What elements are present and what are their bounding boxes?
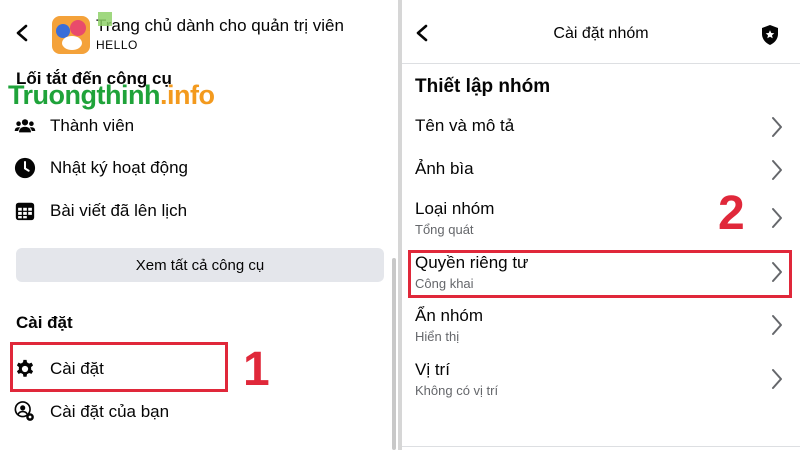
shortcut-activity-log[interactable]: Nhật ký hoạt động — [12, 153, 382, 183]
setting-name-description[interactable]: Tên và mô tả — [415, 116, 785, 138]
shield-star-icon — [762, 25, 778, 45]
chevron-right-icon — [771, 368, 783, 390]
chevron-right-icon — [771, 207, 783, 229]
admin-shield-button[interactable] — [760, 24, 780, 46]
header-divider — [402, 63, 800, 64]
setting-hide-group[interactable]: Ẩn nhóm Hiển thị — [415, 306, 785, 344]
shortcut-scheduled-label: Bài viết đã lên lịch — [50, 201, 188, 220]
setting-subtitle: Không có vị trí — [415, 383, 499, 398]
setting-location[interactable]: Vị trí Không có vị trí — [415, 360, 785, 398]
setting-subtitle: Hiển thị — [415, 329, 460, 344]
setting-title: Ẩn nhóm — [415, 306, 484, 325]
clock-icon — [12, 155, 38, 181]
group-settings-panel: Cài đặt nhóm Thiết lập nhóm Tên và mô tả… — [402, 0, 800, 450]
see-all-tools-button[interactable]: Xem tất cả công cụ — [16, 248, 384, 282]
scrollbar[interactable] — [392, 258, 396, 450]
chevron-right-icon — [771, 314, 783, 336]
user-gear-icon — [12, 399, 38, 425]
calendar-icon — [12, 198, 38, 224]
group-subtitle: HELLO — [96, 38, 138, 52]
shortcut-activity-label: Nhật ký hoạt động — [50, 158, 188, 177]
step-number-2: 2 — [718, 187, 745, 240]
setting-cover-photo[interactable]: Ảnh bìa — [415, 159, 785, 181]
chevron-right-icon — [771, 159, 783, 181]
bottom-divider — [402, 446, 800, 447]
chevron-right-icon — [771, 116, 783, 138]
setting-title: Ảnh bìa — [415, 159, 474, 178]
group-avatar[interactable] — [52, 16, 90, 54]
shortcut-members-label: Thành viên — [50, 116, 135, 135]
highlight-box-settings — [10, 342, 228, 392]
highlight-box-privacy — [408, 250, 792, 298]
chevron-left-icon — [16, 24, 28, 42]
settings-heading: Cài đặt — [16, 313, 73, 332]
setting-title: Tên và mô tả — [415, 116, 515, 135]
setting-title: Vị trí — [415, 360, 450, 379]
admin-home-panel: Trang chủ dành cho quản trị viên HELLO L… — [0, 0, 398, 450]
page-title: Cài đặt nhóm — [553, 25, 649, 42]
back-button[interactable] — [12, 22, 32, 44]
section-heading: Thiết lập nhóm — [415, 76, 551, 97]
watermark-logo: Truongthinh.info — [8, 12, 215, 111]
your-settings-label: Cài đặt của bạn — [50, 402, 170, 421]
group-title: Trang chủ dành cho quản trị viên — [96, 16, 344, 35]
members-icon — [12, 113, 38, 139]
shortcut-scheduled-posts[interactable]: Bài viết đã lên lịch — [12, 196, 382, 226]
step-number-1: 1 — [243, 343, 270, 396]
shortcut-members[interactable]: Thành viên — [12, 111, 382, 141]
your-settings-item[interactable]: Cài đặt của bạn — [12, 397, 382, 427]
